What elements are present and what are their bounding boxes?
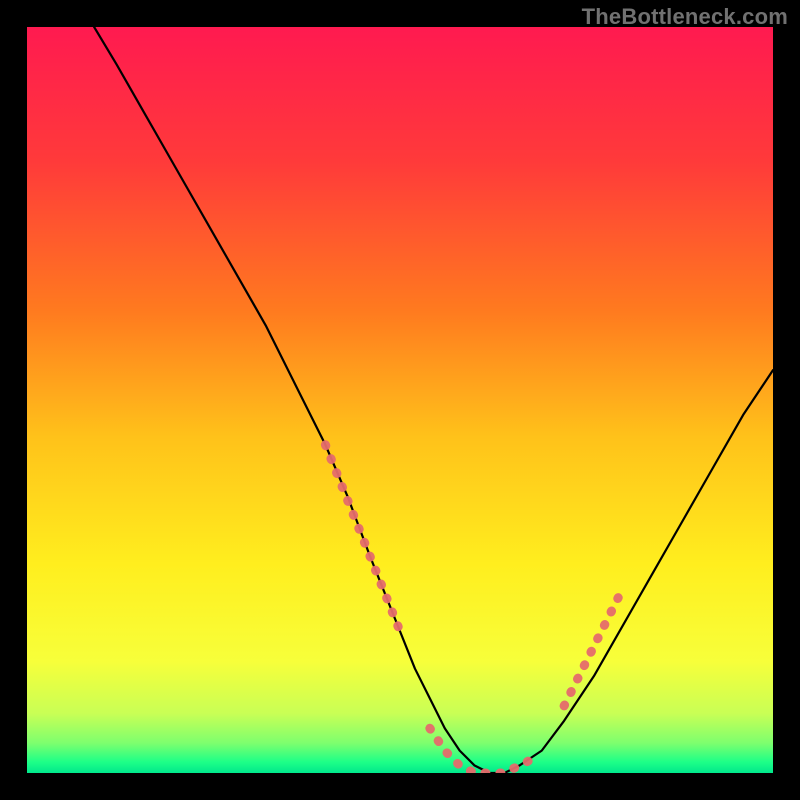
- bottleneck-chart: [27, 27, 773, 773]
- bottleneck-curve: [27, 27, 773, 773]
